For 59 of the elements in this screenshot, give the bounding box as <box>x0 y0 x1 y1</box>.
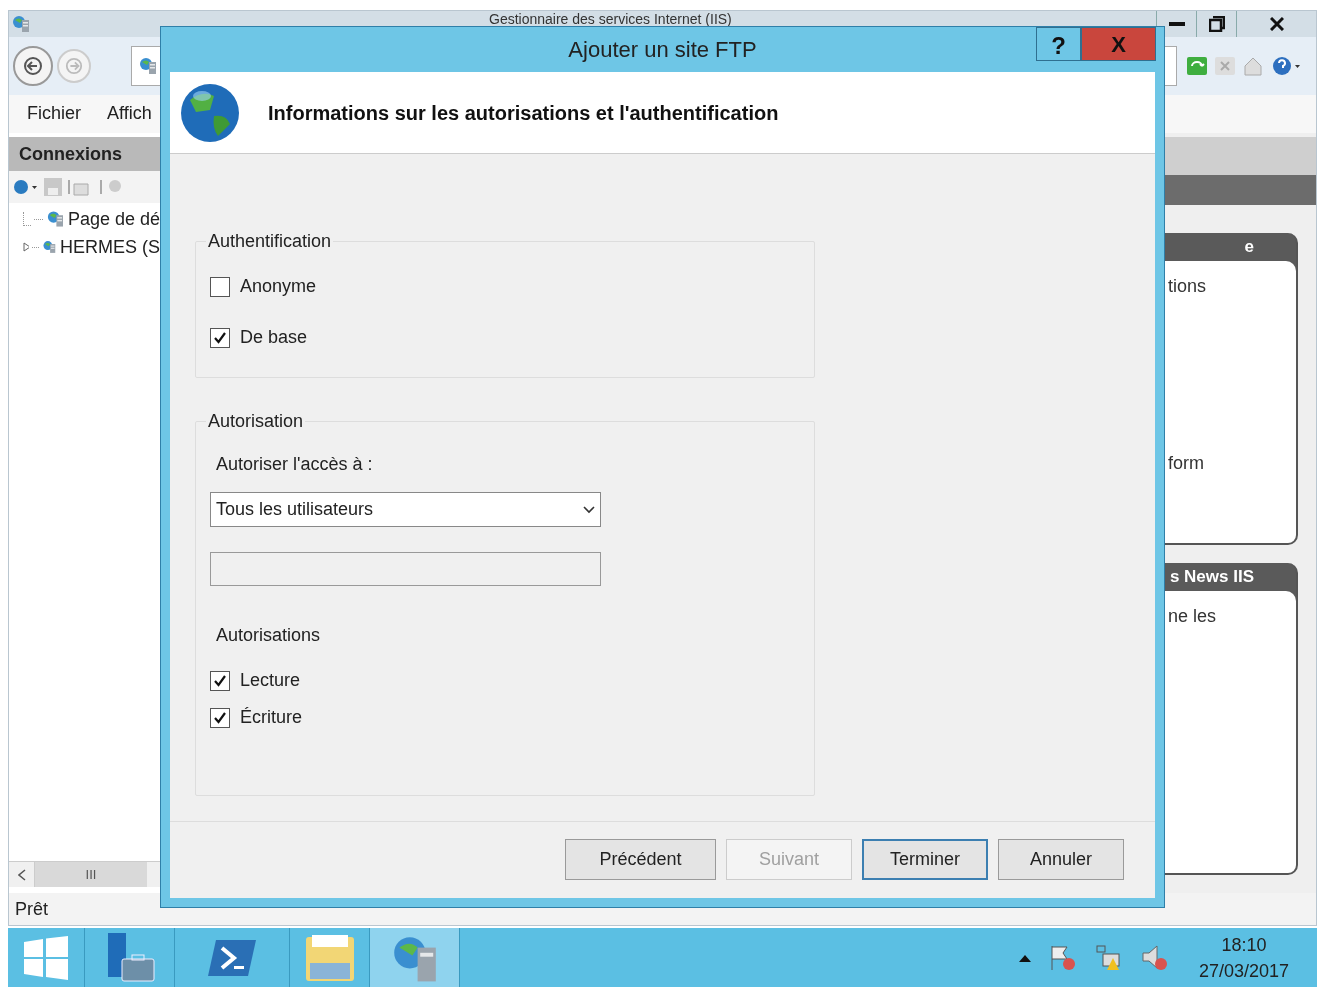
close-button[interactable]: X <box>1081 27 1156 61</box>
chevron-down-icon <box>583 505 595 514</box>
dialog-button[interactable]: Précédent <box>565 838 716 880</box>
taskbar-button[interactable] <box>370 928 460 987</box>
action-link[interactable]: ne les <box>1168 603 1296 630</box>
refresh-icon[interactable] <box>1187 57 1207 75</box>
group-title: Authentification <box>208 231 332 251</box>
checkbox[interactable] <box>210 276 230 297</box>
network-icon[interactable] <box>1094 943 1123 972</box>
folder-icon <box>303 932 356 983</box>
dialog-heading: Informations sur les autorisations et l'authentification <box>268 100 779 126</box>
help-icon[interactable] <box>1271 55 1301 77</box>
connect-icon[interactable] <box>12 178 38 196</box>
checkbox-label: Anonyme <box>240 275 317 298</box>
panel-title: Connexions <box>19 142 122 166</box>
checkbox[interactable] <box>210 670 230 691</box>
show-hidden-icons-icon[interactable] <box>1018 953 1031 962</box>
restore-icon <box>1208 16 1225 32</box>
clock-date[interactable]: 27/03/2017 <box>1198 957 1289 984</box>
help-button[interactable]: ? <box>1036 27 1081 61</box>
field-label: Autorisations <box>216 624 322 647</box>
window-title: Gestionnaire des services Internet (IIS) <box>489 11 732 27</box>
action-link[interactable]: form <box>1168 450 1296 477</box>
server-icon <box>138 56 158 76</box>
menu-item[interactable]: Fichier <box>27 100 81 127</box>
minimize-icon <box>1168 22 1185 26</box>
checkbox[interactable] <box>210 327 230 348</box>
card-title: s News IIS <box>1169 566 1254 589</box>
expand-arrow-icon[interactable] <box>23 242 29 252</box>
dialog-button[interactable]: Terminer <box>862 838 988 880</box>
tree-item[interactable]: Page de dé <box>67 205 160 233</box>
input-field[interactable] <box>210 552 601 586</box>
checkbox-label: Lecture <box>240 669 301 692</box>
left-chevron-icon <box>17 868 26 881</box>
server-icon <box>46 209 65 229</box>
checkbox-label: De base <box>240 326 308 349</box>
home-icon[interactable] <box>1243 56 1263 76</box>
field-label: Autoriser l'accès à : <box>216 453 374 476</box>
dropdown[interactable]: Tous les utilisateurs <box>210 492 601 527</box>
flag-icon[interactable] <box>1048 943 1077 972</box>
back-button[interactable] <box>13 46 53 86</box>
globe-icon <box>180 81 240 144</box>
clock-time[interactable]: 18:10 <box>1221 931 1267 958</box>
card-title: e <box>1244 236 1254 259</box>
checkbox[interactable] <box>210 707 230 728</box>
dialog-button[interactable]: Annuler <box>998 838 1124 880</box>
close-icon <box>1269 17 1284 31</box>
menu-item[interactable]: Affich <box>107 100 152 127</box>
windows-logo-icon <box>24 935 68 980</box>
scrollbar-thumb[interactable]: III <box>35 862 147 887</box>
speaker-icon[interactable] <box>1140 943 1169 972</box>
action-link[interactable]: tions <box>1168 273 1296 300</box>
powershell-icon <box>208 939 256 976</box>
group-title: Autorisation <box>208 411 304 431</box>
tree-item[interactable]: HERMES (S <box>60 233 160 261</box>
dialog-title: Ajouter un site FTP <box>568 36 757 64</box>
app-icon <box>11 14 31 34</box>
status-text: Prêt <box>15 897 48 921</box>
checkbox-label: Écriture <box>240 706 302 729</box>
